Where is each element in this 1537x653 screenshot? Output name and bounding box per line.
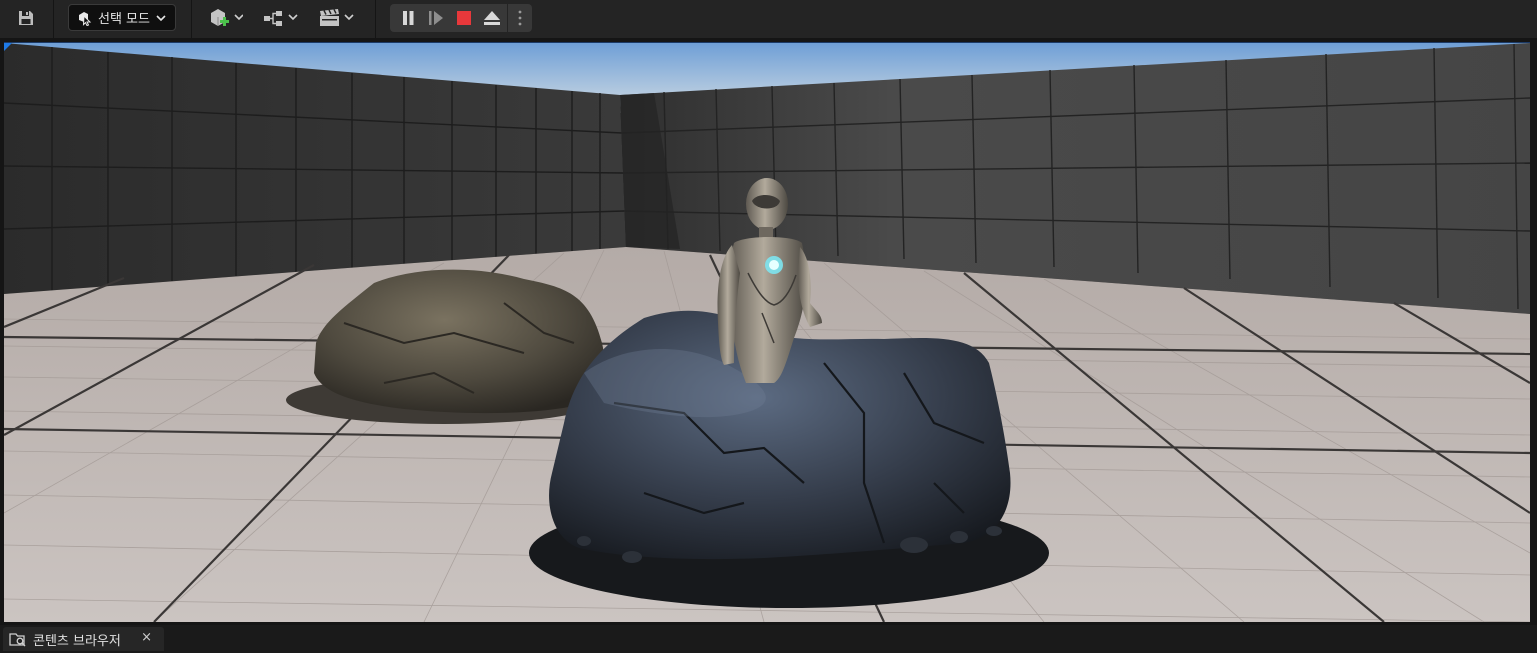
pause-icon (403, 11, 414, 25)
save-button[interactable] (12, 4, 40, 32)
selection-mode-dropdown[interactable]: 선택 모드 (68, 4, 176, 31)
step-frame-icon (429, 11, 443, 25)
stop-button[interactable] (450, 4, 478, 32)
close-icon[interactable]: × (141, 630, 152, 645)
selection-mode-icon (79, 11, 92, 26)
add-actor-icon (211, 9, 243, 26)
blueprint-icon (264, 11, 298, 26)
more-options-button[interactable] (508, 4, 532, 32)
level-viewport[interactable] (4, 42, 1530, 622)
add-actor-button[interactable] (205, 4, 245, 32)
content-browser-tab[interactable]: 콘텐츠 브라우저 × (3, 627, 164, 651)
step-frame-button[interactable] (422, 4, 450, 32)
eject-button[interactable] (478, 4, 506, 32)
cinematics-icon (320, 9, 354, 26)
toolbar-separator (53, 0, 54, 38)
content-browser-icon (9, 633, 26, 647)
selection-mode-label: 선택 모드 (98, 12, 150, 27)
stop-icon (457, 11, 471, 25)
cinematics-button[interactable] (316, 4, 358, 32)
toolbar-separator (375, 0, 376, 38)
play-controls (390, 4, 532, 32)
pause-button[interactable] (394, 4, 422, 32)
toolbar-separator (191, 0, 192, 38)
content-browser-label: 콘텐츠 브라우저 (33, 633, 121, 649)
main-toolbar: 선택 모드 (0, 0, 1537, 38)
save-icon (19, 11, 33, 25)
bottom-drawer: 콘텐츠 브라우저 × (0, 625, 1537, 653)
blueprint-button[interactable] (260, 4, 302, 32)
eject-icon (484, 11, 500, 25)
more-options-icon (518, 10, 522, 26)
chevron-down-icon (156, 14, 166, 21)
